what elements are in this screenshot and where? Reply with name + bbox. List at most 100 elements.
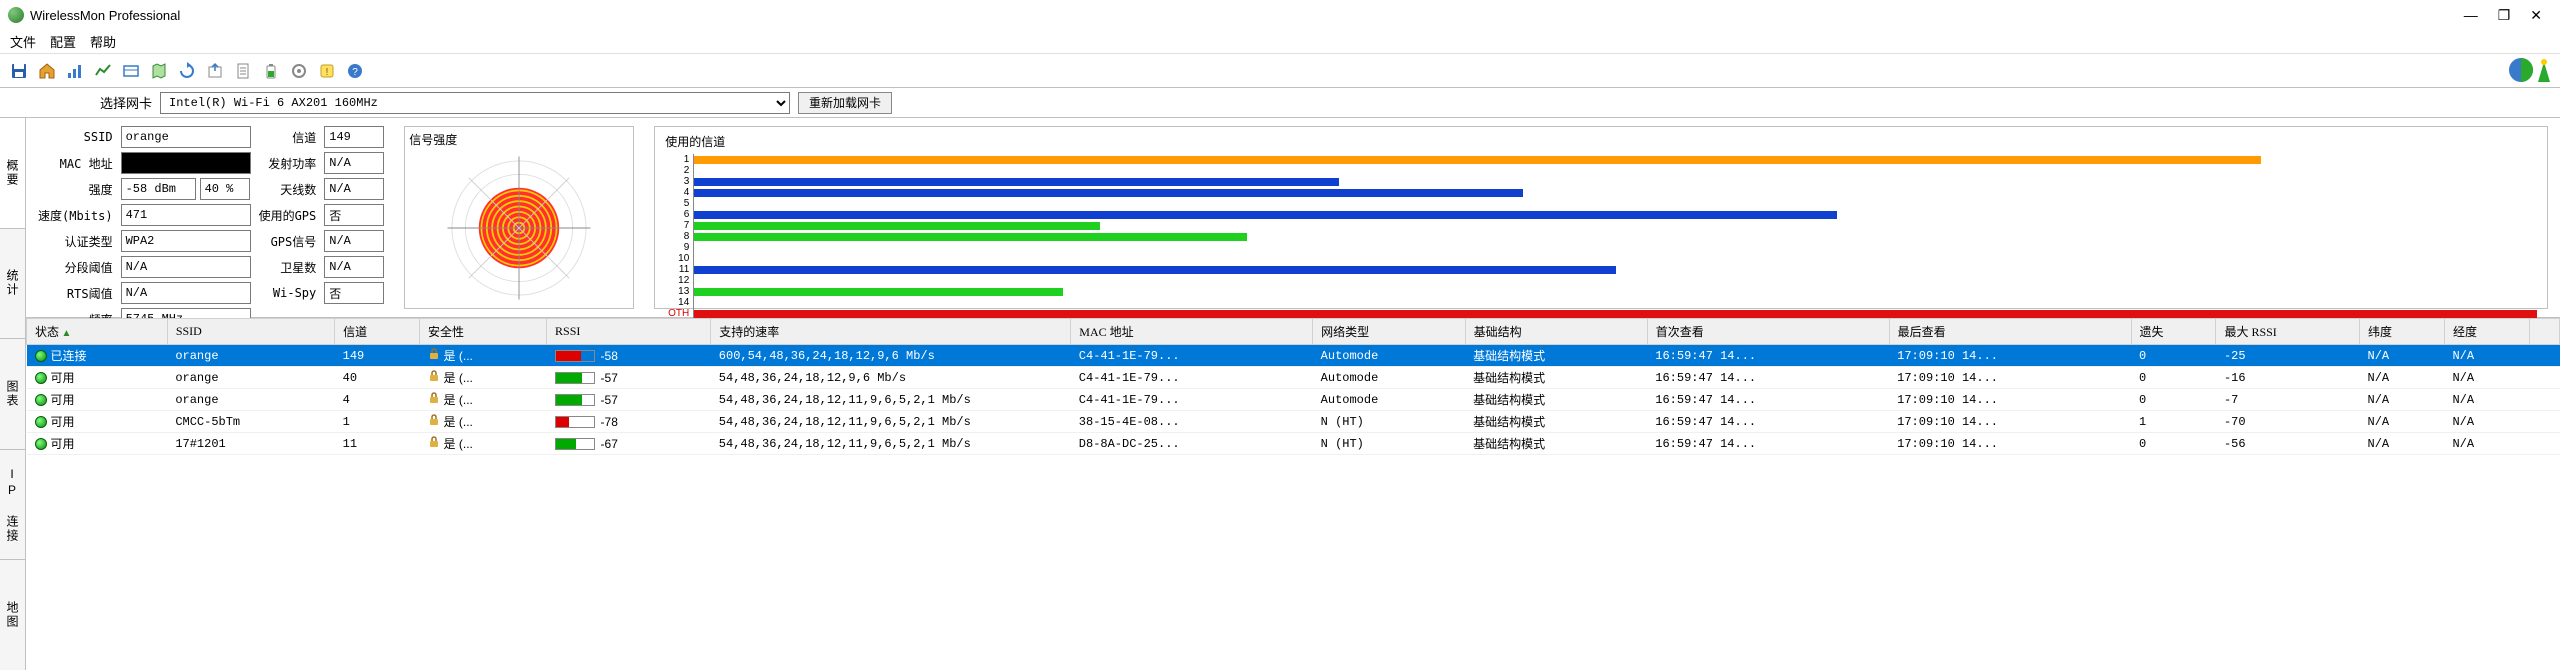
col-rates[interactable]: 支持的速率 xyxy=(711,319,1071,345)
value-gpssignal: N/A xyxy=(324,230,384,252)
sidetab-map[interactable]: 地图 xyxy=(0,559,25,670)
channel-label: 1 xyxy=(665,154,689,165)
sidetab-chart[interactable]: 图表 xyxy=(0,338,25,449)
col-first[interactable]: 首次查看 xyxy=(1647,319,1889,345)
close-button[interactable]: ✕ xyxy=(2530,7,2542,24)
reload-adapter-button[interactable]: 重新加载网卡 xyxy=(798,92,892,114)
value-wispy: 否 xyxy=(324,282,384,304)
cell-mac: D8-8A-DC-25... xyxy=(1071,433,1313,455)
cell-last: 17:09:10 14... xyxy=(1889,411,2131,433)
status-text: 可用 xyxy=(51,391,75,408)
battery-icon[interactable] xyxy=(258,58,284,84)
cell-security: 是 (... xyxy=(444,369,473,386)
map-icon[interactable] xyxy=(146,58,172,84)
lock-icon xyxy=(428,370,440,385)
col-security[interactable]: 安全性 xyxy=(420,319,547,345)
sidetab-stats[interactable]: 统计 xyxy=(0,228,25,339)
channel-bar-row xyxy=(694,188,2537,197)
maximize-button[interactable]: ❐ xyxy=(2498,7,2511,24)
cell-maxrssi: -7 xyxy=(2216,389,2360,411)
value-gps: 否 xyxy=(324,204,384,226)
col-lost[interactable]: 遗失 xyxy=(2131,319,2216,345)
lock-icon xyxy=(428,436,440,451)
value-antennas: N/A xyxy=(324,178,384,200)
connections-icon[interactable] xyxy=(118,58,144,84)
col-ssid[interactable]: SSID xyxy=(167,319,334,345)
value-ssid: orange xyxy=(121,126,251,148)
status-text: 已连接 xyxy=(51,347,87,364)
lock-icon xyxy=(428,414,440,429)
col-maxrssi[interactable]: 最大 RSSI xyxy=(2216,319,2360,345)
sidetab-ipconn[interactable]: IP 连接 xyxy=(0,449,25,560)
sidetab-summary[interactable]: 概要 xyxy=(0,118,25,228)
menu-help[interactable]: 帮助 xyxy=(90,32,116,51)
channel-bar xyxy=(694,266,1615,274)
cell-channel: 11 xyxy=(335,433,420,455)
cell-first: 16:59:47 14... xyxy=(1647,411,1889,433)
cell-first: 16:59:47 14... xyxy=(1647,345,1889,367)
col-mac[interactable]: MAC 地址 xyxy=(1071,319,1313,345)
alert-icon[interactable]: ! xyxy=(314,58,340,84)
cell-maxrssi: -56 xyxy=(2216,433,2360,455)
table-header-row: 状态 SSID 信道 安全性 RSSI 支持的速率 MAC 地址 网络类型 基础… xyxy=(27,319,2560,345)
table-row[interactable]: 可用orange40是 (...-5754,48,36,24,18,12,9,6… xyxy=(27,367,2560,389)
col-status[interactable]: 状态 xyxy=(27,319,168,345)
adapter-select[interactable]: Intel(R) Wi-Fi 6 AX201 160MHz xyxy=(160,92,790,114)
side-tabs: 概要 统计 图表 IP 连接 地图 xyxy=(0,118,26,670)
col-nettype[interactable]: 网络类型 xyxy=(1313,319,1465,345)
cell-nettype: Automode xyxy=(1313,389,1465,411)
channel-label: 11 xyxy=(665,264,689,275)
channel-label: 7 xyxy=(665,220,689,231)
table-row[interactable]: 已连接orange149是 (...-58600,54,48,36,24,18,… xyxy=(27,345,2560,367)
home-icon[interactable] xyxy=(34,58,60,84)
cell-last: 17:09:10 14... xyxy=(1889,367,2131,389)
settings-icon[interactable] xyxy=(286,58,312,84)
channel-label: 12 xyxy=(665,275,689,286)
value-channel: 149 xyxy=(324,126,384,148)
col-channel[interactable]: 信道 xyxy=(335,319,420,345)
channel-bar-row xyxy=(694,199,2537,208)
channel-bar xyxy=(694,189,1523,197)
col-extra[interactable] xyxy=(2530,319,2560,345)
cell-lat: N/A xyxy=(2360,389,2445,411)
stats-icon[interactable] xyxy=(62,58,88,84)
cell-lat: N/A xyxy=(2360,345,2445,367)
cell-security: 是 (... xyxy=(444,347,473,364)
cell-rates: 54,48,36,24,18,12,9,6 Mb/s xyxy=(711,367,1071,389)
col-rssi[interactable]: RSSI xyxy=(547,319,711,345)
refresh-icon[interactable] xyxy=(174,58,200,84)
cell-last: 17:09:10 14... xyxy=(1889,433,2131,455)
cell-first: 16:59:47 14... xyxy=(1647,389,1889,411)
table-row[interactable]: 可用17#120111是 (...-6754,48,36,24,18,12,11… xyxy=(27,433,2560,455)
label-channel: 信道 xyxy=(259,129,317,146)
table-row[interactable]: 可用orange4是 (...-5754,48,36,24,18,12,11,9… xyxy=(27,389,2560,411)
label-wispy: Wi-Spy xyxy=(259,286,317,300)
titlebar: WirelessMon Professional — ❐ ✕ xyxy=(0,0,2560,30)
channel-bar-row xyxy=(694,254,2537,263)
export-icon[interactable] xyxy=(202,58,228,84)
cell-lost: 0 xyxy=(2131,367,2216,389)
app-icon xyxy=(8,7,24,23)
cell-security: 是 (... xyxy=(444,391,473,408)
cell-infra: 基础结构模式 xyxy=(1465,367,1647,389)
menu-config[interactable]: 配置 xyxy=(50,32,76,51)
col-lon[interactable]: 经度 xyxy=(2444,319,2529,345)
info-panel: SSID orange 信道 149 MAC 地址 发射功率 N/A 强度 -5… xyxy=(26,118,2560,318)
log-icon[interactable] xyxy=(230,58,256,84)
col-lat[interactable]: 纬度 xyxy=(2360,319,2445,345)
help-icon[interactable]: ? xyxy=(342,58,368,84)
menu-file[interactable]: 文件 xyxy=(10,32,36,51)
minimize-button[interactable]: — xyxy=(2464,7,2478,24)
save-icon[interactable] xyxy=(6,58,32,84)
cell-rates: 600,54,48,36,24,18,12,9,6 Mb/s xyxy=(711,345,1071,367)
col-last[interactable]: 最后查看 xyxy=(1889,319,2131,345)
cell-lost: 0 xyxy=(2131,389,2216,411)
rssi-bar xyxy=(555,372,595,384)
chart-icon[interactable] xyxy=(90,58,116,84)
col-infra[interactable]: 基础结构 xyxy=(1465,319,1647,345)
cell-nettype: Automode xyxy=(1313,345,1465,367)
cell-last: 17:09:10 14... xyxy=(1889,389,2131,411)
table-row[interactable]: 可用CMCC-5bTm1是 (...-7854,48,36,24,18,12,1… xyxy=(27,411,2560,433)
channel-bar xyxy=(694,310,2537,318)
value-txpower: N/A xyxy=(324,152,384,174)
